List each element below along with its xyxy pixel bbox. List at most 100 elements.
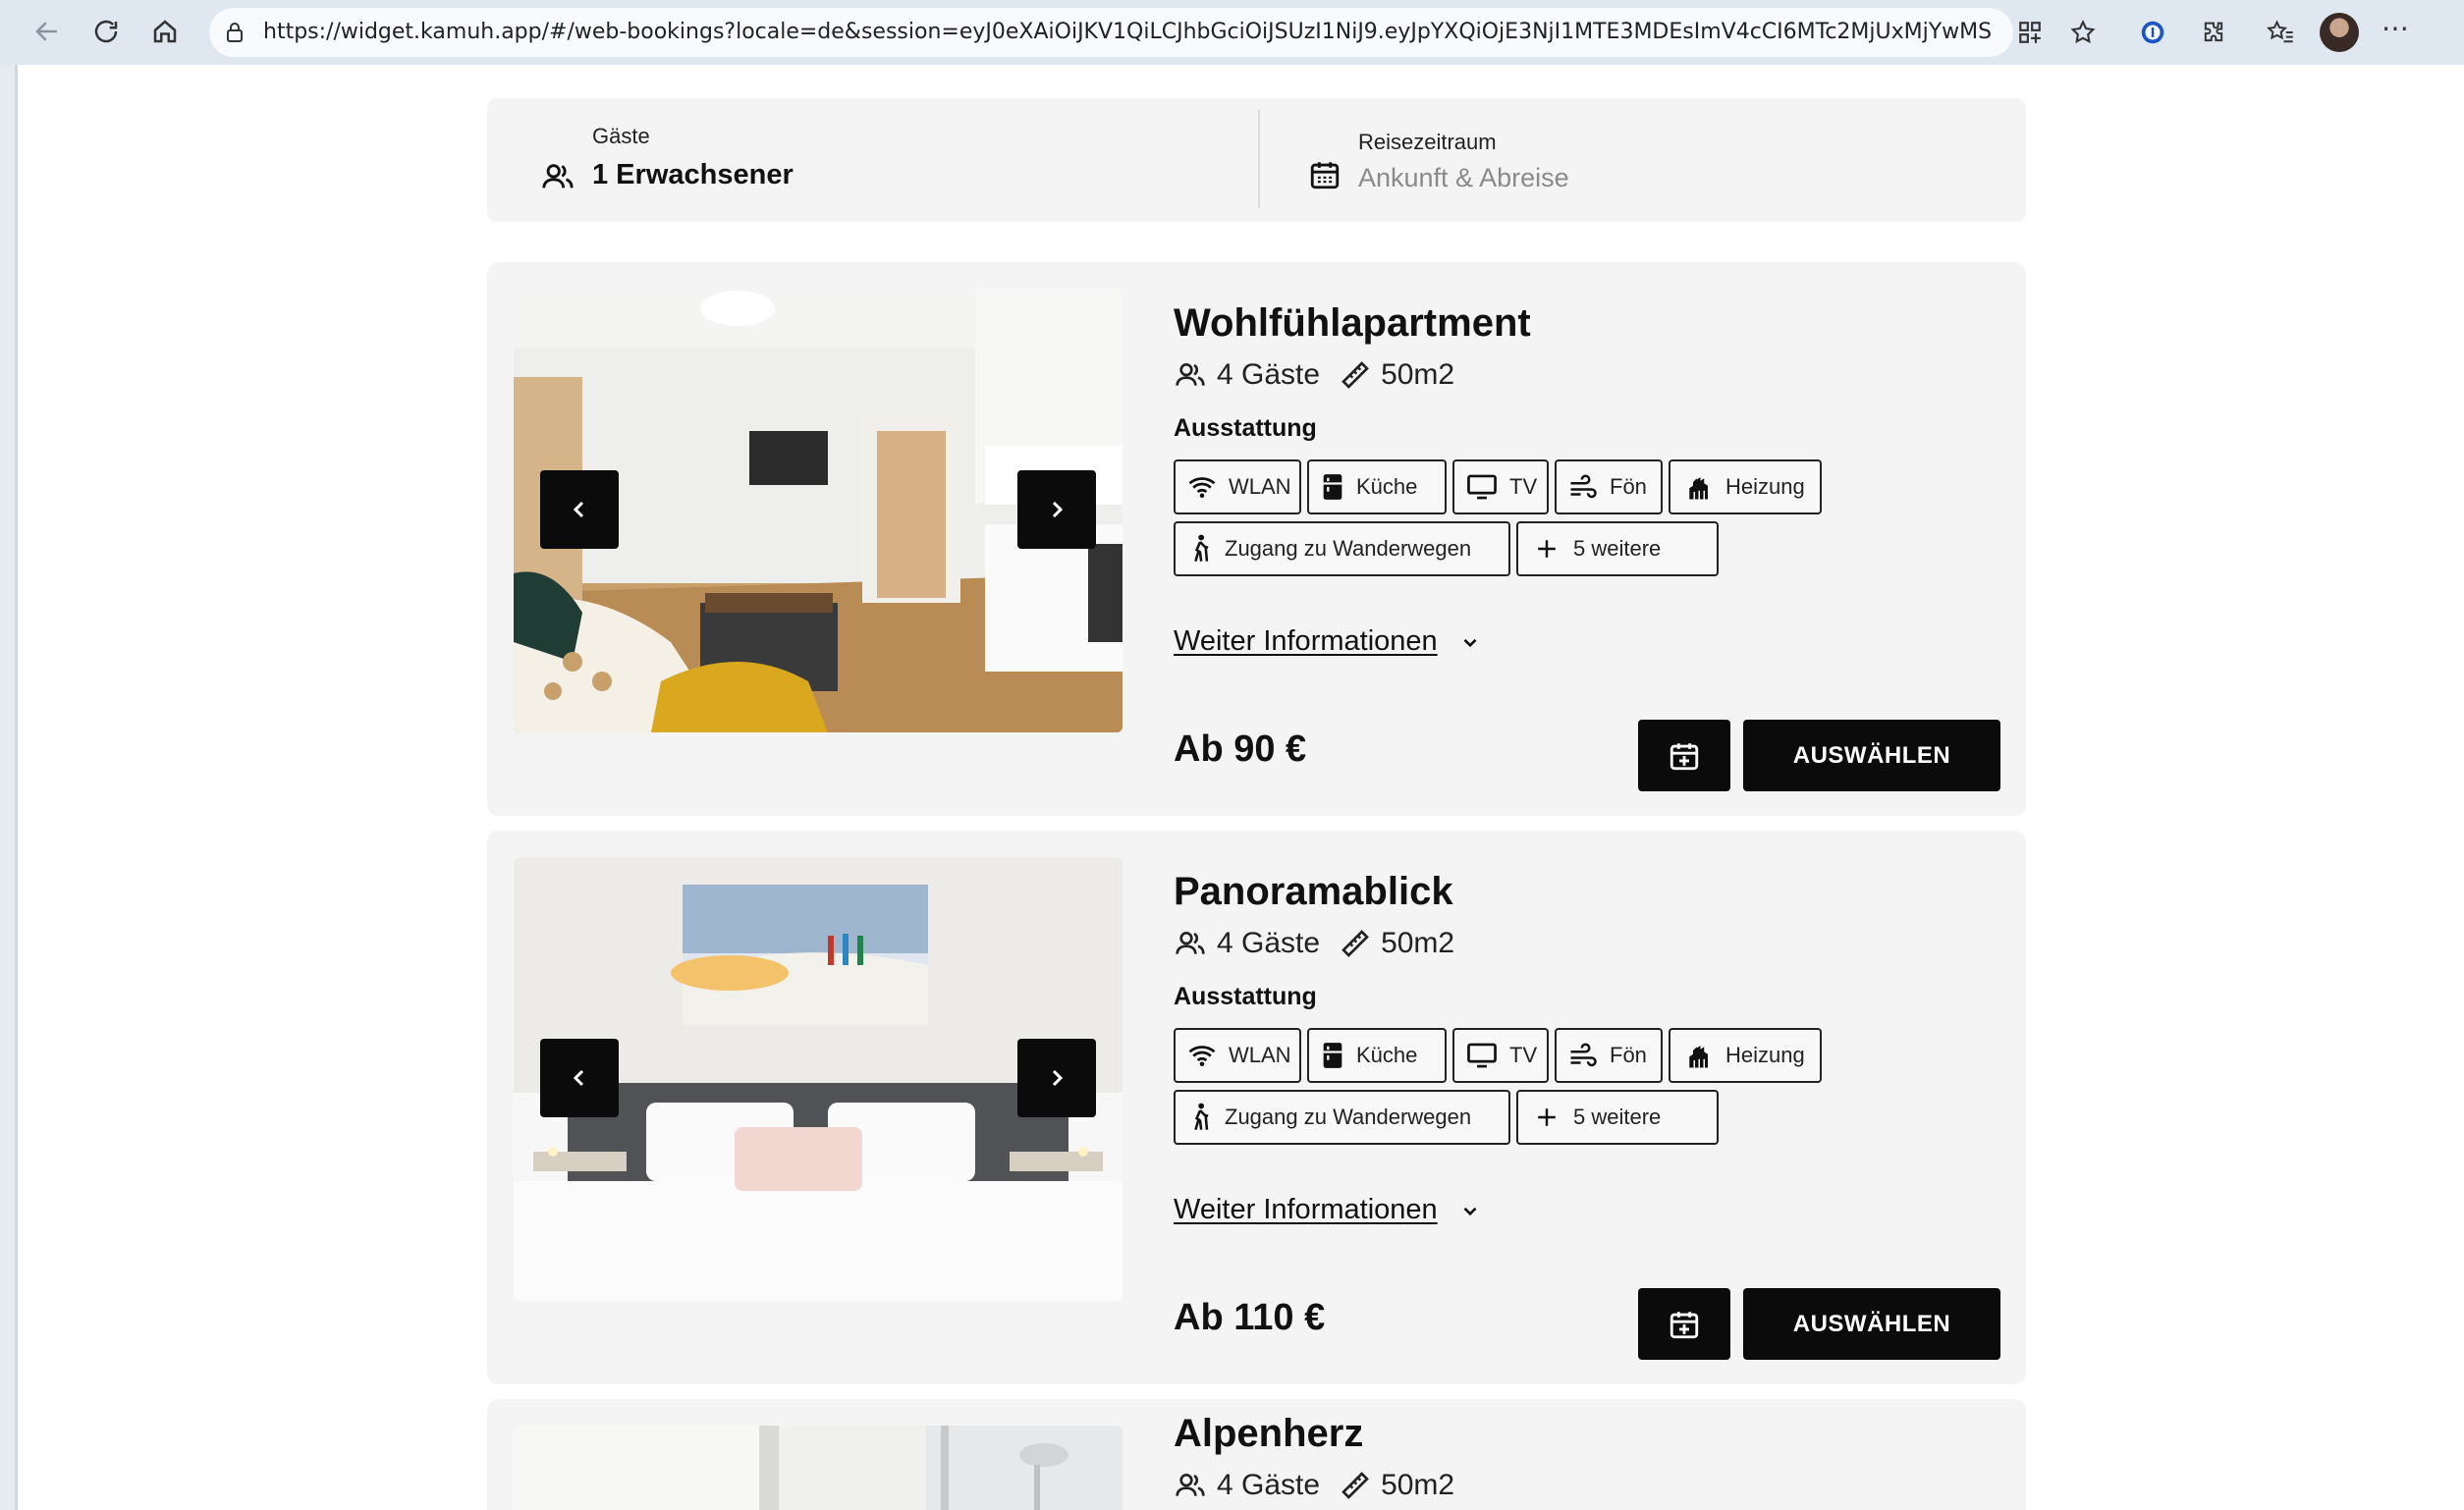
room-title: Wohlfühlapartment xyxy=(1174,301,1531,345)
site-info-icon xyxy=(227,23,243,42)
amenity-chip: Küche xyxy=(1307,459,1447,514)
more-info-label: Weiter Informationen xyxy=(1174,625,1438,657)
guests-label: Gäste xyxy=(592,124,650,148)
travel-period-selector[interactable]: Reisezeitraum Ankunft & Abreise xyxy=(1260,98,2026,222)
more-amenities-button[interactable]: 5 weitere xyxy=(1516,1090,1719,1145)
availability-calendar-button[interactable] xyxy=(1638,1288,1730,1360)
search-filter-bar: Gäste 1 Erwachsener Reisezeitraum Ankunf… xyxy=(487,98,2026,222)
browser-toolbar: https://widget.kamuh.app/#/web-bookings?… xyxy=(0,0,2464,65)
amenity-chip: WLAN xyxy=(1174,1028,1301,1083)
amenity-chip: Heizung xyxy=(1669,459,1822,514)
calendar-plus-icon xyxy=(1670,742,1699,770)
favorites-list-icon xyxy=(2267,20,2293,43)
wind-icon xyxy=(1570,1043,1597,1067)
more-info-toggle[interactable]: Weiter Informationen xyxy=(1174,625,1481,658)
room-size: 50m2 xyxy=(1381,1469,1455,1501)
prev-photo-button[interactable] xyxy=(540,470,619,549)
home-icon xyxy=(153,20,177,43)
room-price: Ab 90 € xyxy=(1174,728,1307,770)
wind-icon xyxy=(1570,474,1597,499)
more-info-label: Weiter Informationen xyxy=(1174,1194,1438,1225)
select-room-button[interactable]: AUSWÄHLEN xyxy=(1743,720,2000,791)
next-photo-button[interactable] xyxy=(1017,470,1096,549)
chevron-left-icon xyxy=(573,1069,584,1087)
chevron-left-icon xyxy=(573,501,584,518)
plus-icon xyxy=(1538,540,1556,558)
room-meta: 4 Gäste 50m2 xyxy=(1174,927,1474,960)
chevron-right-icon xyxy=(1052,1069,1064,1087)
room-meta: 4 Gäste 50m2 xyxy=(1174,1469,1474,1502)
password-manager-button[interactable] xyxy=(2131,11,2174,54)
chevron-right-icon xyxy=(1052,501,1064,518)
amenity-chip: TV xyxy=(1452,459,1549,514)
chevron-down-icon xyxy=(1463,638,1477,647)
favorites-button[interactable] xyxy=(2259,11,2302,54)
amenities-heading: Ausstattung xyxy=(1174,983,1317,1010)
window-left-edge xyxy=(0,65,18,1510)
room-title: Panoramablick xyxy=(1174,870,1453,913)
room-price: Ab 110 € xyxy=(1174,1297,1326,1338)
amenity-chip: WLAN xyxy=(1174,459,1301,514)
room-title: Alpenherz xyxy=(1174,1412,1364,1455)
puzzle-icon xyxy=(2204,22,2223,42)
room-card: Alpenherz 4 Gäste 50m2 xyxy=(487,1399,2026,1510)
extensions-button[interactable] xyxy=(2192,11,2235,54)
plus-icon xyxy=(1538,1108,1556,1126)
tv-icon xyxy=(1467,1043,1497,1068)
amenity-chip: Zugang zu Wanderwegen xyxy=(1174,1090,1510,1145)
address-bar[interactable]: https://widget.kamuh.app/#/web-bookings?… xyxy=(209,8,2013,57)
ruler-icon xyxy=(1342,930,1369,957)
next-photo-button[interactable] xyxy=(1017,1039,1096,1117)
users-icon xyxy=(542,164,574,189)
fridge-icon xyxy=(1323,1043,1342,1068)
wifi-icon xyxy=(1188,477,1216,498)
heating-icon xyxy=(1689,477,1708,500)
room-card: Wohlfühlapartment 4 Gäste 50m2 Ausstattu… xyxy=(487,262,2026,816)
room-photo xyxy=(514,289,1122,732)
chevron-down-icon xyxy=(1463,1207,1477,1215)
apps-icon xyxy=(2019,22,2041,43)
profile-avatar[interactable] xyxy=(2320,13,2359,52)
availability-calendar-button[interactable] xyxy=(1638,720,1730,791)
amenity-chip: Heizung xyxy=(1669,1028,1822,1083)
home-button[interactable] xyxy=(143,10,187,53)
prev-photo-button[interactable] xyxy=(540,1039,619,1117)
room-card: Panoramablick 4 Gäste 50m2 Ausstattung W… xyxy=(487,831,2026,1384)
travel-period-label: Reisezeitraum xyxy=(1358,130,1497,154)
room-meta: 4 Gäste 50m2 xyxy=(1174,358,1474,392)
guests-value: 1 Erwachsener xyxy=(592,159,794,190)
guests-selector[interactable]: Gäste 1 Erwachsener xyxy=(487,98,1258,222)
hiking-icon xyxy=(1194,534,1209,563)
ruler-icon xyxy=(1342,1472,1369,1499)
room-guests: 4 Gäste xyxy=(1217,927,1321,959)
calendar-plus-icon xyxy=(1670,1311,1699,1338)
heating-icon xyxy=(1689,1046,1708,1068)
star-icon xyxy=(2070,20,2096,44)
room-guests: 4 Gäste xyxy=(1217,1469,1321,1501)
amenity-chip: Fön xyxy=(1555,459,1663,514)
bathroom-image xyxy=(514,1426,1122,1510)
calendar-icon xyxy=(1310,162,1340,189)
back-button[interactable] xyxy=(26,10,69,53)
amenity-chip: Küche xyxy=(1307,1028,1447,1083)
reload-icon xyxy=(94,20,118,43)
reload-button[interactable] xyxy=(84,10,128,53)
favorite-button[interactable] xyxy=(2061,11,2105,54)
select-room-button[interactable]: AUSWÄHLEN xyxy=(1743,1288,2000,1360)
amenities-heading: Ausstattung xyxy=(1174,414,1317,442)
room-guests: 4 Gäste xyxy=(1217,358,1321,391)
amenity-chip: Zugang zu Wanderwegen xyxy=(1174,521,1510,576)
more-info-toggle[interactable]: Weiter Informationen xyxy=(1174,1194,1481,1226)
users-icon xyxy=(1176,932,1205,954)
amenity-chip: Fön xyxy=(1555,1028,1663,1083)
room-size: 50m2 xyxy=(1381,358,1455,391)
more-amenities-button[interactable]: 5 weitere xyxy=(1516,521,1719,576)
app-available-button[interactable] xyxy=(2008,11,2052,54)
hiking-icon xyxy=(1194,1103,1209,1131)
password-manager-icon xyxy=(2141,21,2164,44)
wifi-icon xyxy=(1188,1046,1216,1066)
ruler-icon xyxy=(1342,361,1369,389)
more-menu-icon[interactable]: ⋯ xyxy=(2382,12,2410,44)
room-size: 50m2 xyxy=(1381,927,1455,959)
users-icon xyxy=(1176,1474,1205,1496)
